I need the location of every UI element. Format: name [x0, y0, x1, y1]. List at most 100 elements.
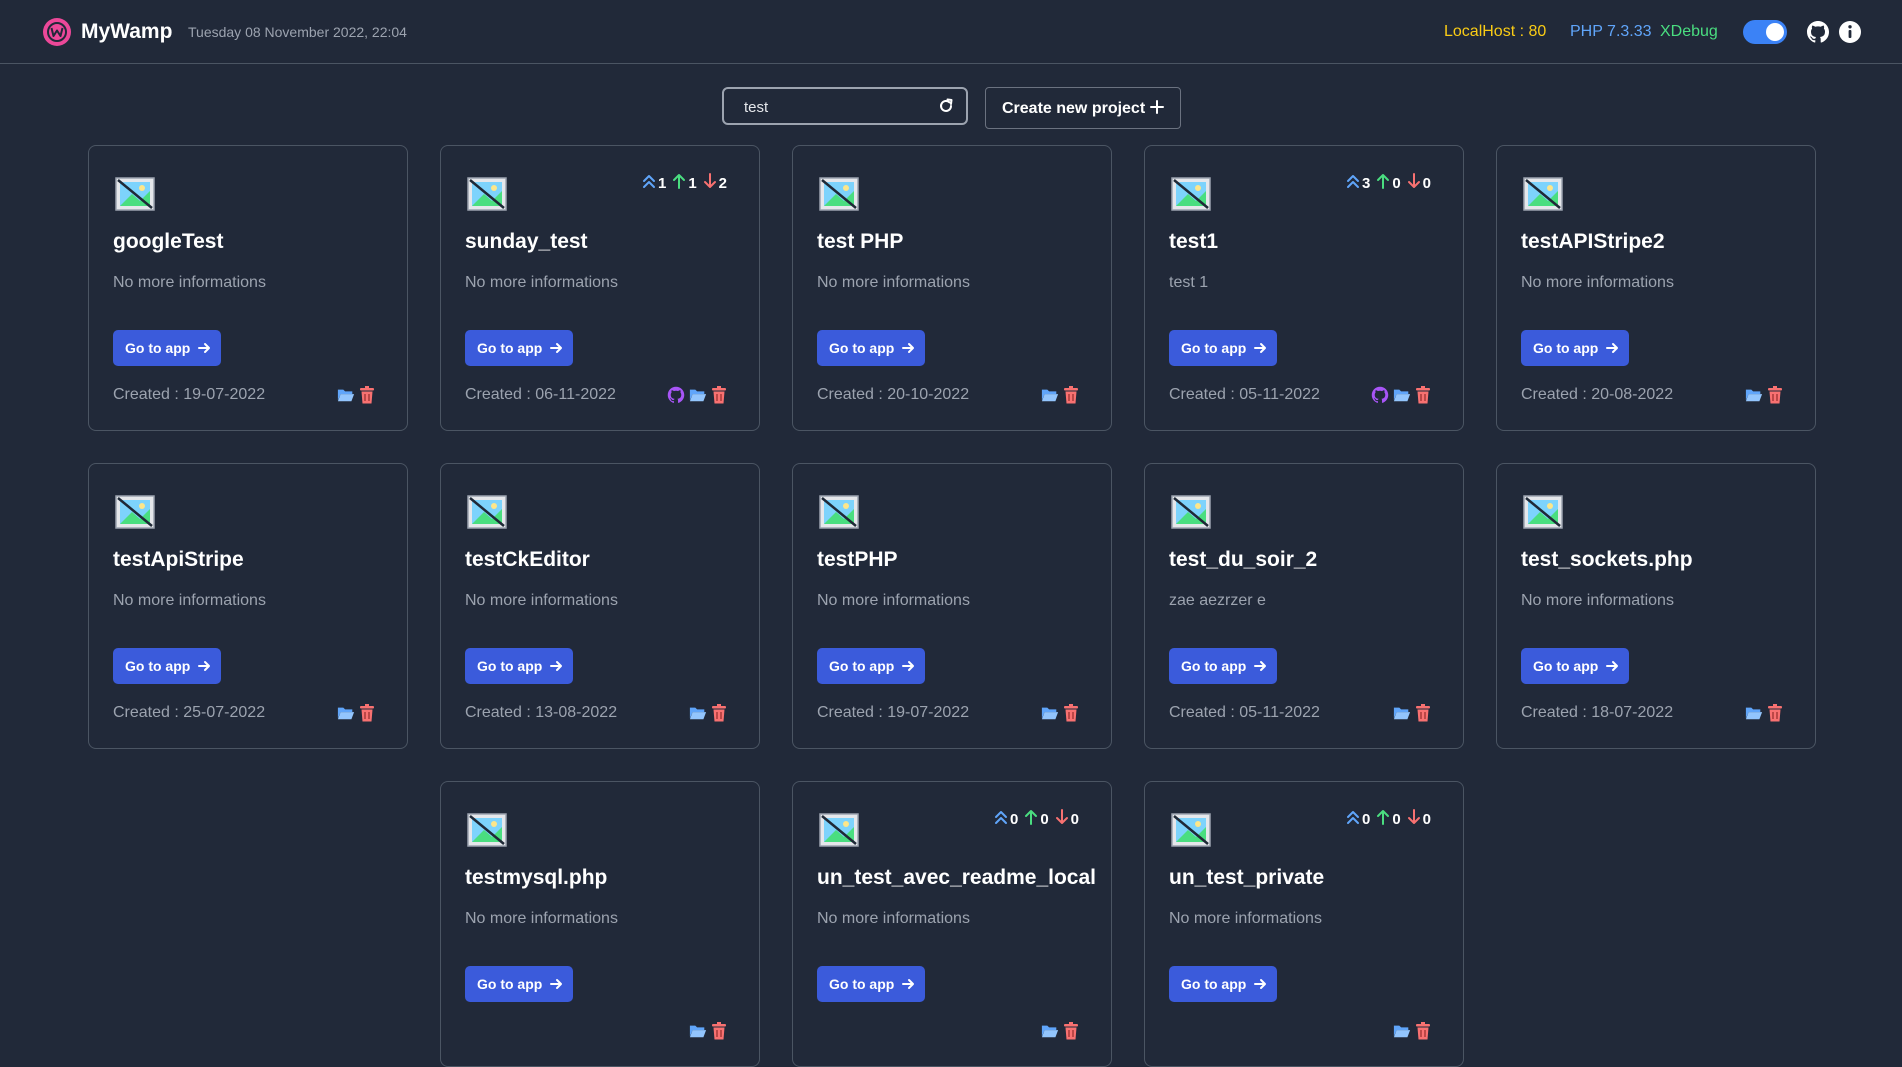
arrow-right-icon — [549, 659, 563, 673]
go-to-app-label: Go to app — [1181, 658, 1247, 674]
delete-icon[interactable] — [359, 704, 377, 722]
delete-icon[interactable] — [359, 386, 377, 404]
project-title: un_test_private — [1169, 866, 1325, 889]
go-to-app-button[interactable]: Go to app — [1521, 648, 1629, 684]
project-title: sunday_test — [465, 230, 588, 253]
project-title: test_sockets.php — [1521, 548, 1693, 571]
open-folder-icon[interactable] — [1393, 1022, 1411, 1040]
open-folder-icon[interactable] — [689, 1022, 707, 1040]
project-card: testmysql.php No more informations Go to a… — [440, 781, 760, 1067]
open-folder-icon[interactable] — [1393, 386, 1411, 404]
project-card: googleTest No more informations Go to app C… — [88, 145, 408, 431]
go-to-app-label: Go to app — [477, 340, 543, 356]
go-to-app-button[interactable]: Go to app — [113, 330, 221, 366]
open-folder-icon[interactable] — [689, 704, 707, 722]
card-actions — [1041, 1022, 1081, 1040]
search-input[interactable] — [724, 89, 946, 125]
project-thumbnail-icon — [467, 495, 507, 529]
project-description: No more informations — [465, 910, 618, 927]
card-actions — [689, 1022, 729, 1040]
delete-icon[interactable] — [711, 1022, 729, 1040]
arrow-right-icon — [901, 659, 915, 673]
created-date: Created : 05-11-2022 — [1169, 704, 1320, 721]
php-version: PHP 7.3.33 — [1570, 23, 1652, 40]
search-field[interactable] — [722, 87, 968, 125]
go-to-app-button[interactable]: Go to app — [1521, 330, 1629, 366]
delete-icon[interactable] — [711, 704, 729, 722]
delete-icon[interactable] — [1415, 1022, 1433, 1040]
project-card: 0 0 0 un_test_avec_readme_local No more info… — [792, 781, 1112, 1067]
project-card: testAPIStripe2 No more informations Go to … — [1496, 145, 1816, 431]
go-to-app-button[interactable]: Go to app — [1169, 330, 1277, 366]
merge-arrows-icon — [642, 173, 656, 193]
project-card: testApiStripe No more informations Go to a… — [88, 463, 408, 749]
card-actions — [1041, 704, 1081, 722]
info-icon[interactable] — [1838, 20, 1862, 44]
arrow-right-icon — [549, 977, 563, 991]
go-to-app-label: Go to app — [829, 658, 895, 674]
open-folder-icon[interactable] — [1745, 386, 1763, 404]
arrow-right-icon — [1253, 977, 1267, 991]
open-folder-icon[interactable] — [689, 386, 707, 404]
delete-icon[interactable] — [1063, 704, 1081, 722]
go-to-app-button[interactable]: Go to app — [465, 330, 573, 366]
project-description: No more informations — [113, 274, 266, 291]
open-folder-icon[interactable] — [337, 386, 355, 404]
open-folder-icon[interactable] — [1745, 704, 1763, 722]
go-to-app-label: Go to app — [477, 658, 543, 674]
project-title: testPHP — [817, 548, 898, 571]
go-to-app-label: Go to app — [829, 340, 895, 356]
delete-icon[interactable] — [1063, 1022, 1081, 1040]
go-to-app-button[interactable]: Go to app — [465, 966, 573, 1002]
go-to-app-button[interactable]: Go to app — [1169, 648, 1277, 684]
delete-icon[interactable] — [1767, 704, 1785, 722]
github-icon[interactable] — [667, 386, 685, 404]
go-to-app-button[interactable]: Go to app — [817, 330, 925, 366]
project-card: 3 0 0 test1 test 1 Go to app Created : 05-11-2… — [1144, 145, 1464, 431]
git-stat-merge: 1 — [657, 174, 667, 192]
open-folder-icon[interactable] — [1041, 704, 1059, 722]
project-description: No more informations — [1169, 910, 1322, 927]
git-stats: 3 0 0 — [1346, 173, 1431, 193]
project-description: No more informations — [817, 274, 970, 291]
open-folder-icon[interactable] — [1041, 1022, 1059, 1040]
delete-icon[interactable] — [1063, 386, 1081, 404]
github-icon[interactable] — [1371, 386, 1389, 404]
xdebug-label: XDebug — [1660, 23, 1718, 40]
go-to-app-button[interactable]: Go to app — [465, 648, 573, 684]
git-stat-ahead: 0 — [1040, 810, 1049, 828]
open-folder-icon[interactable] — [1393, 704, 1411, 722]
project-description: No more informations — [817, 592, 970, 609]
toggle-knob — [1766, 23, 1784, 41]
delete-icon[interactable] — [711, 386, 729, 404]
created-date: Created : 25-07-2022 — [113, 704, 266, 721]
github-icon[interactable] — [1806, 20, 1830, 44]
go-to-app-label: Go to app — [829, 976, 895, 992]
arrow-right-icon — [1605, 341, 1619, 355]
git-stat-ahead: 0 — [1392, 810, 1401, 828]
go-to-app-button[interactable]: Go to app — [817, 966, 925, 1002]
project-thumbnail-icon — [115, 177, 155, 211]
arrow-right-icon — [197, 659, 211, 673]
open-folder-icon[interactable] — [337, 704, 355, 722]
xdebug-toggle[interactable] — [1743, 20, 1787, 44]
project-title: test1 — [1169, 230, 1219, 253]
open-folder-icon[interactable] — [1041, 386, 1059, 404]
git-stats: 0 0 0 — [1346, 809, 1431, 829]
project-card: 0 0 0 un_test_private No more informations Go… — [1144, 781, 1464, 1067]
delete-icon[interactable] — [1415, 386, 1433, 404]
go-to-app-button[interactable]: Go to app — [817, 648, 925, 684]
created-date: Created : 19-07-2022 — [113, 386, 266, 403]
create-project-button[interactable]: Create new project — [985, 87, 1181, 129]
delete-icon[interactable] — [1415, 704, 1433, 722]
project-title: testmysql.php — [465, 866, 608, 889]
card-actions — [689, 704, 729, 722]
delete-icon[interactable] — [1767, 386, 1785, 404]
go-to-app-button[interactable]: Go to app — [1169, 966, 1277, 1002]
merge-arrows-icon — [994, 809, 1008, 829]
refresh-icon[interactable] — [938, 98, 954, 114]
project-thumbnail-icon — [1523, 495, 1563, 529]
card-actions — [1393, 1022, 1433, 1040]
project-thumbnail-icon — [819, 495, 859, 529]
go-to-app-button[interactable]: Go to app — [113, 648, 221, 684]
